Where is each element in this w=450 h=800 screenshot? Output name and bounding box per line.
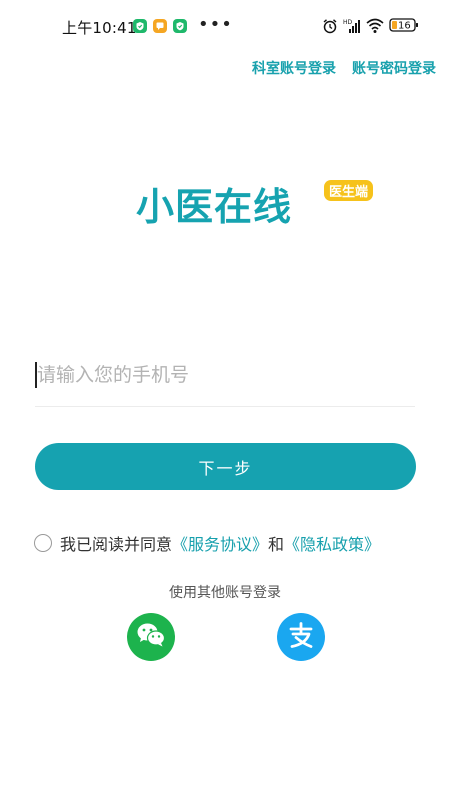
- agreement-prefix: 我已阅读并同意: [60, 535, 173, 554]
- alipay-login-button[interactable]: [277, 613, 325, 661]
- wechat-login-button[interactable]: [127, 613, 175, 661]
- phone-input[interactable]: [37, 360, 407, 390]
- status-bar: 上午10:41 ••• HD 16: [0, 0, 450, 50]
- phone-input-container: [35, 356, 415, 407]
- agreement-conjunction: 和: [268, 535, 285, 554]
- battery-icon: 16: [389, 17, 419, 37]
- alarm-icon: [322, 18, 338, 38]
- wifi-icon: [366, 18, 384, 38]
- logo-text: 小医在线: [136, 185, 293, 229]
- agree-checkbox[interactable]: [34, 534, 52, 552]
- agreement-row: 我已阅读并同意 《服务协议》 和 《隐私政策》: [34, 531, 380, 555]
- signal-icon: HD: [343, 18, 361, 38]
- dept-account-login-link[interactable]: 科室账号登录: [252, 58, 336, 78]
- wechat-icon: [136, 622, 166, 652]
- doctor-badge: 医生端: [324, 180, 374, 201]
- other-login-title: 使用其他账号登录: [169, 585, 281, 601]
- svg-text:HD: HD: [343, 19, 353, 26]
- message-notification-icon: [153, 19, 167, 33]
- next-step-button[interactable]: 下一步: [35, 443, 416, 490]
- status-time: 上午10:41: [62, 19, 137, 37]
- shield-notification-icon: [133, 19, 147, 33]
- service-agreement-link[interactable]: 《服务协议》: [172, 531, 268, 555]
- more-notifications-icon: •••: [198, 14, 233, 35]
- alipay-icon: [286, 620, 316, 654]
- shield-notification-icon-2: [173, 19, 187, 33]
- battery-level: 16: [398, 21, 411, 32]
- privacy-policy-link[interactable]: 《隐私政策》: [284, 531, 380, 555]
- password-login-link[interactable]: 账号密码登录: [352, 58, 436, 78]
